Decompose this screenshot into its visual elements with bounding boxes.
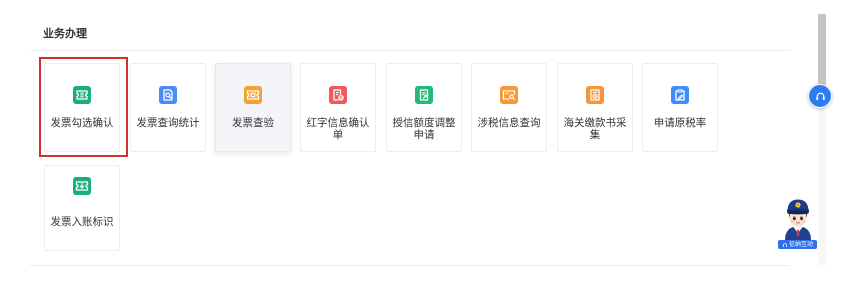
tile-label: 发票查询统计 (136, 117, 200, 129)
tile-label: 申请原税率 (653, 117, 707, 129)
ticket-check-icon-graphic (246, 90, 260, 100)
headset-icon (782, 242, 787, 247)
assistant-label-text: 征纳互动 (788, 241, 813, 248)
document-search-icon-graphic (163, 89, 173, 101)
ticket-icon-graphic (76, 90, 88, 100)
tile-label: 发票勾选确认 (50, 117, 114, 129)
document-search-icon (159, 86, 177, 104)
assistant-label[interactable]: 征纳互动 (778, 240, 817, 249)
section-divider-bottom (30, 265, 790, 266)
tile-label: 发票入账标识 (50, 216, 114, 228)
ticket-download-icon-graphic (75, 181, 89, 191)
section-title: 业务办理 (43, 27, 87, 40)
tile-label: 涉税信息查询 (477, 117, 541, 129)
tile-credit-limit-adjustment[interactable]: 授信额度调整申请 (386, 63, 462, 152)
ticket-icon (73, 86, 91, 104)
document-coin-icon (586, 86, 604, 104)
card-search-icon-graphic (502, 90, 516, 100)
ticket-check-icon (244, 86, 262, 104)
scrollbar-thumb[interactable] (818, 14, 826, 88)
tile-customs-payment-collection[interactable]: 海关缴款书采集 (557, 63, 633, 152)
section-divider-top (30, 50, 790, 51)
document-edit-icon-graphic (419, 89, 429, 101)
tile-label: 授信额度调整申请 (392, 117, 456, 141)
clipboard-edit-icon-graphic (675, 89, 685, 101)
tax-officer-avatar-graphic (785, 199, 811, 240)
document-coin-icon-graphic (590, 89, 600, 101)
clipboard-edit-icon (671, 86, 689, 104)
tile-label: 发票查验 (232, 117, 274, 129)
tax-officer-avatar-icon[interactable] (780, 196, 816, 240)
tile-label: 海关缴款书采集 (563, 117, 627, 141)
ticket-download-icon (73, 177, 91, 195)
tile-invoice-verification[interactable]: 发票查验 (215, 63, 291, 152)
document-edit-icon (415, 86, 433, 104)
support-button[interactable] (808, 84, 832, 108)
tile-original-tax-rate-application[interactable]: 申请原税率 (642, 63, 718, 152)
document-check-icon-graphic (333, 89, 344, 101)
headset-icon (815, 92, 825, 100)
tile-invoice-accounting-mark[interactable]: 发票入账标识 (44, 165, 120, 251)
document-check-icon (329, 86, 347, 104)
tile-invoice-query-statistics[interactable]: 发票查询统计 (130, 63, 206, 152)
tile-invoice-selection-confirm[interactable]: 发票勾选确认 (44, 63, 120, 152)
tile-tax-info-query[interactable]: 涉税信息查询 (471, 63, 547, 152)
tile-red-letter-info-confirmation[interactable]: 红字信息确认单 (300, 63, 376, 152)
card-search-icon (500, 86, 518, 104)
tile-label: 红字信息确认单 (306, 117, 370, 141)
